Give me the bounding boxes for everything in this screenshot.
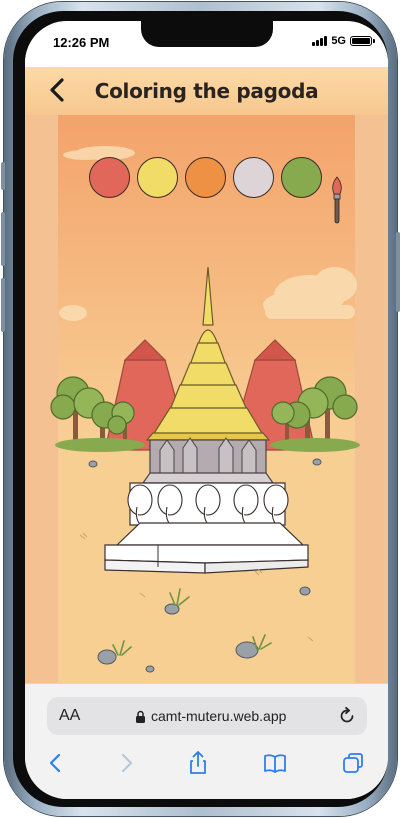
battery-icon	[350, 36, 375, 46]
tabs-icon[interactable]	[340, 750, 366, 776]
share-icon[interactable]	[185, 750, 211, 776]
paintbrush-icon[interactable]	[330, 175, 344, 225]
swatch-orange[interactable]	[185, 157, 226, 198]
swatch-red[interactable]	[89, 157, 130, 198]
back-icon[interactable]	[43, 750, 69, 776]
volume-down-button	[1, 278, 5, 332]
status-time: 12:26 PM	[53, 35, 110, 50]
browser-nav-bar	[25, 744, 388, 784]
color-palette	[89, 157, 322, 198]
lock-icon	[136, 710, 145, 723]
url-text: camt-muteru.web.app	[151, 708, 287, 724]
volume-up-button	[1, 212, 5, 266]
swatch-green[interactable]	[281, 157, 322, 198]
reload-icon[interactable]	[337, 706, 357, 726]
text-size-label: AA	[59, 707, 81, 724]
status-indicators: 5G	[312, 35, 375, 47]
screen: 12:26 PM 5G Coloring the pagoda AA camt-…	[25, 21, 388, 799]
address-bar[interactable]: AA camt-muteru.web.app	[47, 697, 367, 735]
url-display[interactable]: camt-muteru.web.app	[135, 708, 286, 724]
forward-icon[interactable]	[113, 750, 139, 776]
power-button	[396, 232, 400, 312]
swatch-light-gray[interactable]	[233, 157, 274, 198]
text-size-button[interactable]: AA	[59, 707, 80, 725]
swatch-yellow[interactable]	[137, 157, 178, 198]
network-label: 5G	[331, 35, 346, 47]
signal-icon	[312, 36, 328, 46]
page-title: Coloring the pagoda	[94, 79, 319, 103]
action-button	[1, 162, 5, 190]
bookmarks-icon[interactable]	[262, 750, 288, 776]
coloring-stage	[25, 115, 388, 683]
status-bar: 12:26 PM 5G	[25, 21, 388, 67]
app-header: Coloring the pagoda	[25, 67, 388, 115]
dynamic-island	[141, 21, 273, 47]
safari-toolbar: AA camt-muteru.web.app	[25, 683, 388, 799]
